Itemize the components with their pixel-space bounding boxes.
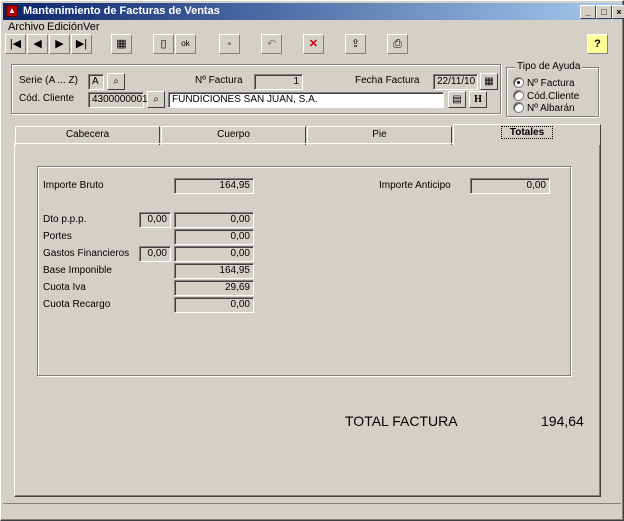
cuota-iva-field: 29,69 [174,280,254,296]
importe-anticipo-label: Importe Anticipo [379,180,451,191]
last-record-icon[interactable]: ▶| [71,34,92,54]
totales-box [37,166,571,376]
tab-totales-label: Totales [500,126,554,139]
cuota-iva-label: Cuota Iva [43,282,86,293]
next-record-icon[interactable]: ▶ [49,34,70,54]
cliente-label: Cód. Cliente [19,93,75,104]
fecha-field[interactable]: 22/11/10 [433,74,478,90]
gastos-label: Gastos Financieros [43,248,130,259]
importe-bruto-label: Importe Bruto [43,180,104,191]
menu-edicion[interactable]: Edición [47,21,83,33]
history-button[interactable]: H [469,91,487,108]
dto-value-field: 0,00 [174,212,254,228]
radio-num-factura-label: Nº Factura [527,78,575,89]
print-icon[interactable]: ⎙ [387,34,408,54]
fecha-label: Fecha Factura [355,75,420,86]
menu-archivo[interactable]: Archivo [8,21,45,33]
table-view-icon[interactable]: ▦ [111,34,132,54]
menu-ver[interactable]: Ver [83,21,100,33]
save-icon[interactable]: ▪ [219,34,240,54]
tab-pie-label: Pie [372,129,387,140]
cliente-search-icon[interactable]: ⌕ [147,91,165,108]
first-record-icon[interactable]: |◀ [5,34,26,54]
portes-label: Portes [43,231,72,242]
app-icon: ▲ [6,5,18,17]
calendar-icon[interactable]: ▦ [480,73,498,90]
close-button[interactable]: × [612,5,624,19]
total-factura-label: TOTAL FACTURA [345,413,458,429]
undo-icon[interactable]: ↶ [261,34,282,54]
total-factura-value: 194,64 [541,413,584,429]
ayuda-title: Tipo de Ayuda [515,61,583,72]
radio-num-albaran-label: Nº Albarán [527,103,575,114]
dto-label: Dto p.p.p. [43,214,87,225]
radio-num-factura[interactable] [513,77,524,88]
help-icon[interactable]: ? [587,34,608,54]
gastos-value-field: 0,00 [174,246,254,262]
tab-cabecera-label: Cabecera [65,129,110,140]
cliente-name-field[interactable]: FUNDICIONES SAN JUAN, S.A. [168,92,444,108]
base-imponible-field: 164,95 [174,263,254,279]
radio-num-albaran[interactable] [513,102,524,113]
toolbar: |◀ ◀ ▶ ▶| ▦ ▯ ok ▪ ↶ ✕ ⇪ ⎙ ? [3,34,621,56]
tab-totales[interactable]: Totales [453,124,601,145]
delete-icon[interactable]: ✕ [303,34,324,54]
tab-cuerpo-label: Cuerpo [217,129,250,140]
document-icon[interactable]: ▤ [448,91,466,108]
num-factura-field[interactable]: 1 [254,74,303,90]
cuota-recargo-field: 0,00 [174,297,254,313]
radio-cod-cliente-label: Cód.Cliente [527,91,580,102]
cuota-recargo-label: Cuota Recargo [43,299,111,310]
confirm-icon[interactable]: ok [175,34,196,54]
importe-bruto-field: 164,95 [174,178,254,194]
title-bar[interactable]: ▲ Mantenimiento de Facturas de Ventas _ … [3,3,624,20]
num-factura-label: Nº Factura [195,75,243,86]
serie-label: Serie (A ... Z) [19,75,78,86]
dto-pct-field[interactable]: 0,00 [139,212,171,228]
minimize-button[interactable]: _ [580,5,596,19]
serie-search-icon[interactable]: ⌕ [107,73,125,90]
serie-field[interactable]: A [88,74,104,90]
status-bar [3,503,621,518]
gastos-pct-field[interactable]: 0,00 [139,246,171,262]
base-imponible-label: Base Imponible [43,265,112,276]
prev-record-icon[interactable]: ◀ [27,34,48,54]
cliente-code-field[interactable]: 4300000001 [88,92,148,108]
portes-field[interactable]: 0,00 [174,229,254,245]
main-window: ▲ Mantenimiento de Facturas de Ventas _ … [0,0,624,521]
importe-anticipo-field: 0,00 [470,178,550,194]
window-title: Mantenimiento de Facturas de Ventas [23,5,220,17]
radio-cod-cliente[interactable] [513,90,524,101]
export-icon[interactable]: ⇪ [345,34,366,54]
maximize-button[interactable]: □ [596,5,612,19]
new-record-icon[interactable]: ▯ [153,34,174,54]
